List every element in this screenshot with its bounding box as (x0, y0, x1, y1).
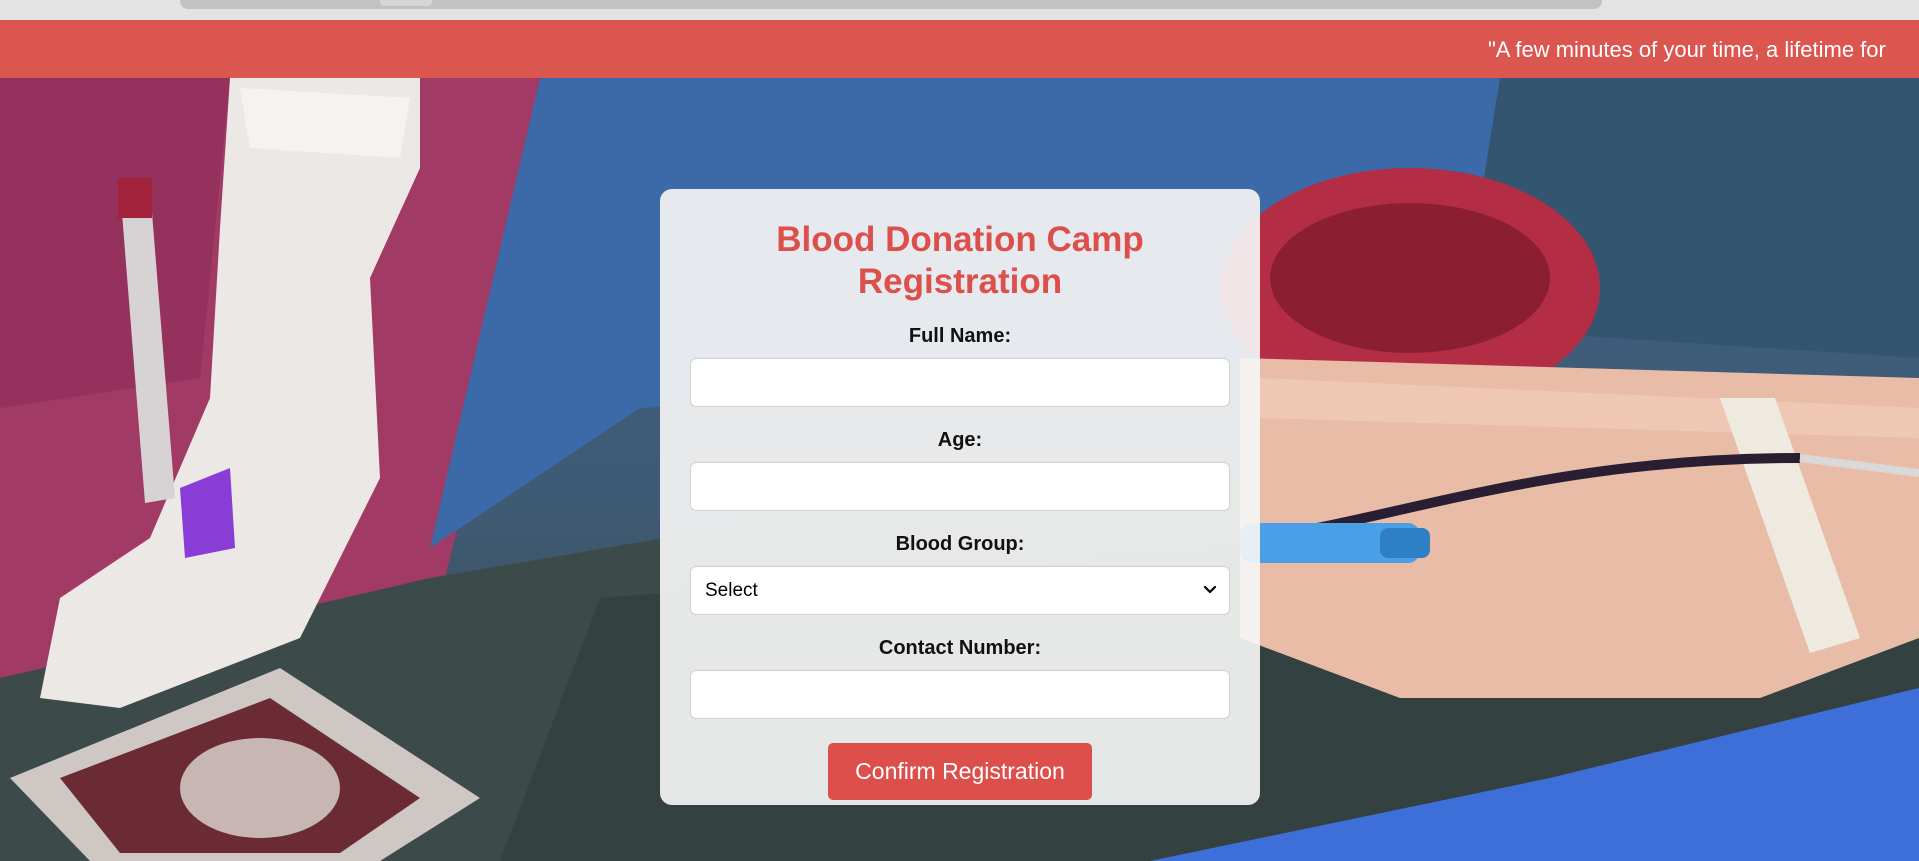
marquee-text: "A few minutes of your time, a lifetime … (1488, 37, 1886, 62)
marquee-banner: "A few minutes of your time, a lifetime … (0, 20, 1919, 78)
blood-group-select[interactable]: Select (690, 566, 1230, 615)
chevron-down-icon (1203, 585, 1217, 594)
age-label: Age: (937, 429, 983, 451)
full-name-label: Full Name: (908, 325, 1012, 347)
form-title: Blood Donation Camp Registration (776, 220, 1144, 301)
age-input[interactable] (690, 462, 1230, 511)
browser-top-strip (0, 0, 1919, 20)
contact-number-input[interactable] (690, 670, 1230, 719)
contact-number-label: Contact Number: (878, 637, 1042, 659)
scrollbar-thumb[interactable] (380, 0, 432, 6)
registration-form-card: Blood Donation Camp Registration Full Na… (660, 189, 1260, 805)
blood-group-label: Blood Group: (895, 533, 1025, 555)
full-name-input[interactable] (690, 358, 1230, 407)
blood-group-selected-value: Select (705, 580, 758, 601)
confirm-registration-button[interactable]: Confirm Registration (828, 743, 1092, 800)
horizontal-scrollbar[interactable] (180, 0, 1602, 9)
